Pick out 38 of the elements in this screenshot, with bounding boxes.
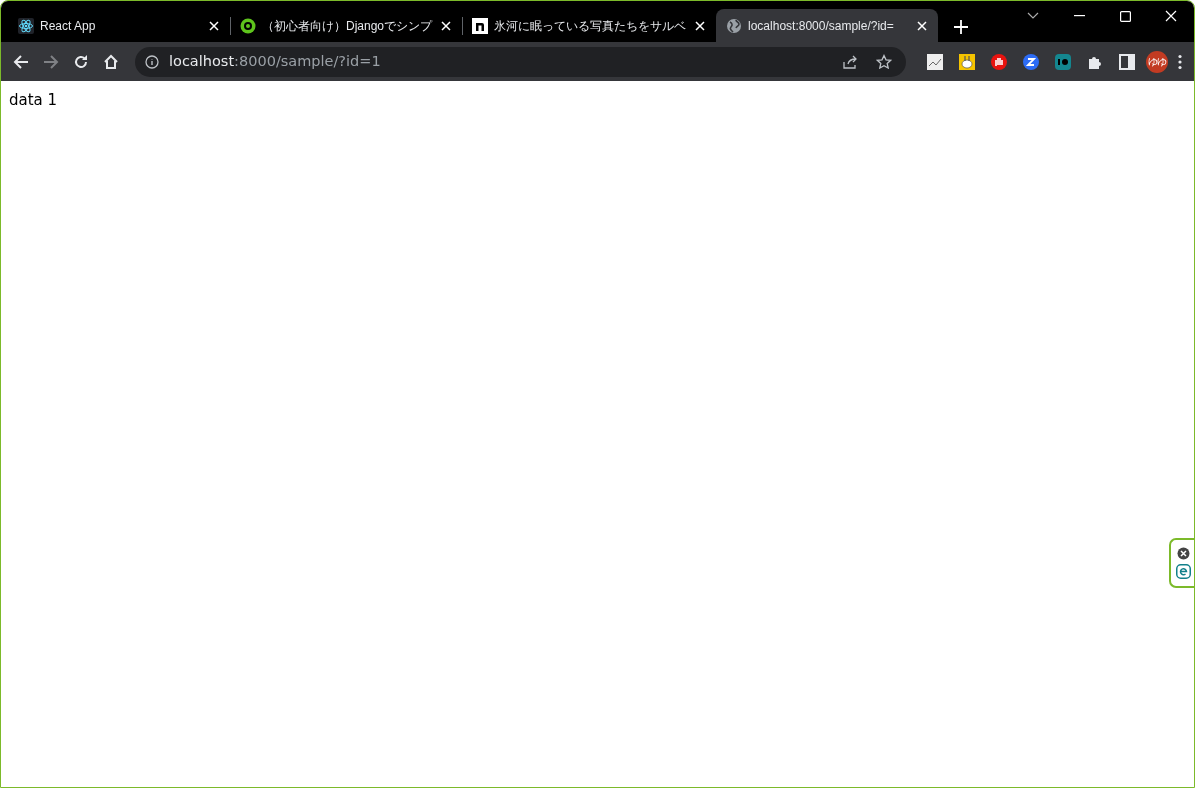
profile-avatar[interactable]: ゆゆ bbox=[1146, 50, 1168, 73]
star-icon bbox=[876, 53, 892, 70]
close-icon bbox=[695, 20, 706, 31]
info-icon bbox=[145, 54, 159, 69]
close-icon bbox=[917, 20, 928, 31]
badge-icon bbox=[1055, 53, 1071, 70]
home-icon bbox=[103, 53, 119, 70]
back-arrow-icon bbox=[13, 53, 29, 70]
page-text: data 1 bbox=[9, 90, 59, 111]
browser-tab[interactable]: localhost:8000/sample/?id= bbox=[716, 9, 939, 42]
globe-icon bbox=[726, 17, 743, 34]
browser-tab[interactable]: React App bbox=[8, 9, 230, 42]
address-text: localhost:8000/sample/?id=1 bbox=[169, 51, 382, 71]
picture-icon bbox=[927, 53, 943, 70]
browser-tab[interactable]: （初心者向け）Djangoでシンプ bbox=[230, 9, 463, 42]
atom-icon bbox=[18, 17, 34, 34]
close-icon bbox=[1165, 10, 1177, 22]
menu-icon bbox=[1178, 53, 1182, 70]
chevron-down-icon bbox=[1027, 12, 1039, 20]
address-bar[interactable]: localhost:8000/sample/?id=1 bbox=[135, 46, 906, 77]
tab-close-button[interactable] bbox=[206, 18, 222, 33]
side-panel-icon bbox=[1119, 53, 1135, 70]
letter-n-icon bbox=[472, 17, 489, 34]
plus-icon bbox=[954, 20, 969, 34]
share-icon bbox=[842, 53, 858, 70]
ring-icon bbox=[240, 17, 256, 34]
close-icon bbox=[1176, 547, 1190, 560]
reload-icon bbox=[73, 53, 89, 70]
forward-arrow-icon bbox=[43, 53, 59, 70]
close-icon bbox=[441, 20, 452, 31]
minimize-icon bbox=[1073, 15, 1085, 17]
letter-z-icon bbox=[1023, 53, 1039, 70]
close-button[interactable] bbox=[1176, 547, 1190, 560]
letter-e-icon bbox=[1175, 564, 1191, 579]
widget-button[interactable] bbox=[1175, 564, 1191, 579]
close-icon bbox=[209, 20, 219, 31]
maximize-icon bbox=[1119, 10, 1131, 22]
browser-tab[interactable]: 氷河に眠っている写真たちをサルベ bbox=[462, 9, 717, 42]
